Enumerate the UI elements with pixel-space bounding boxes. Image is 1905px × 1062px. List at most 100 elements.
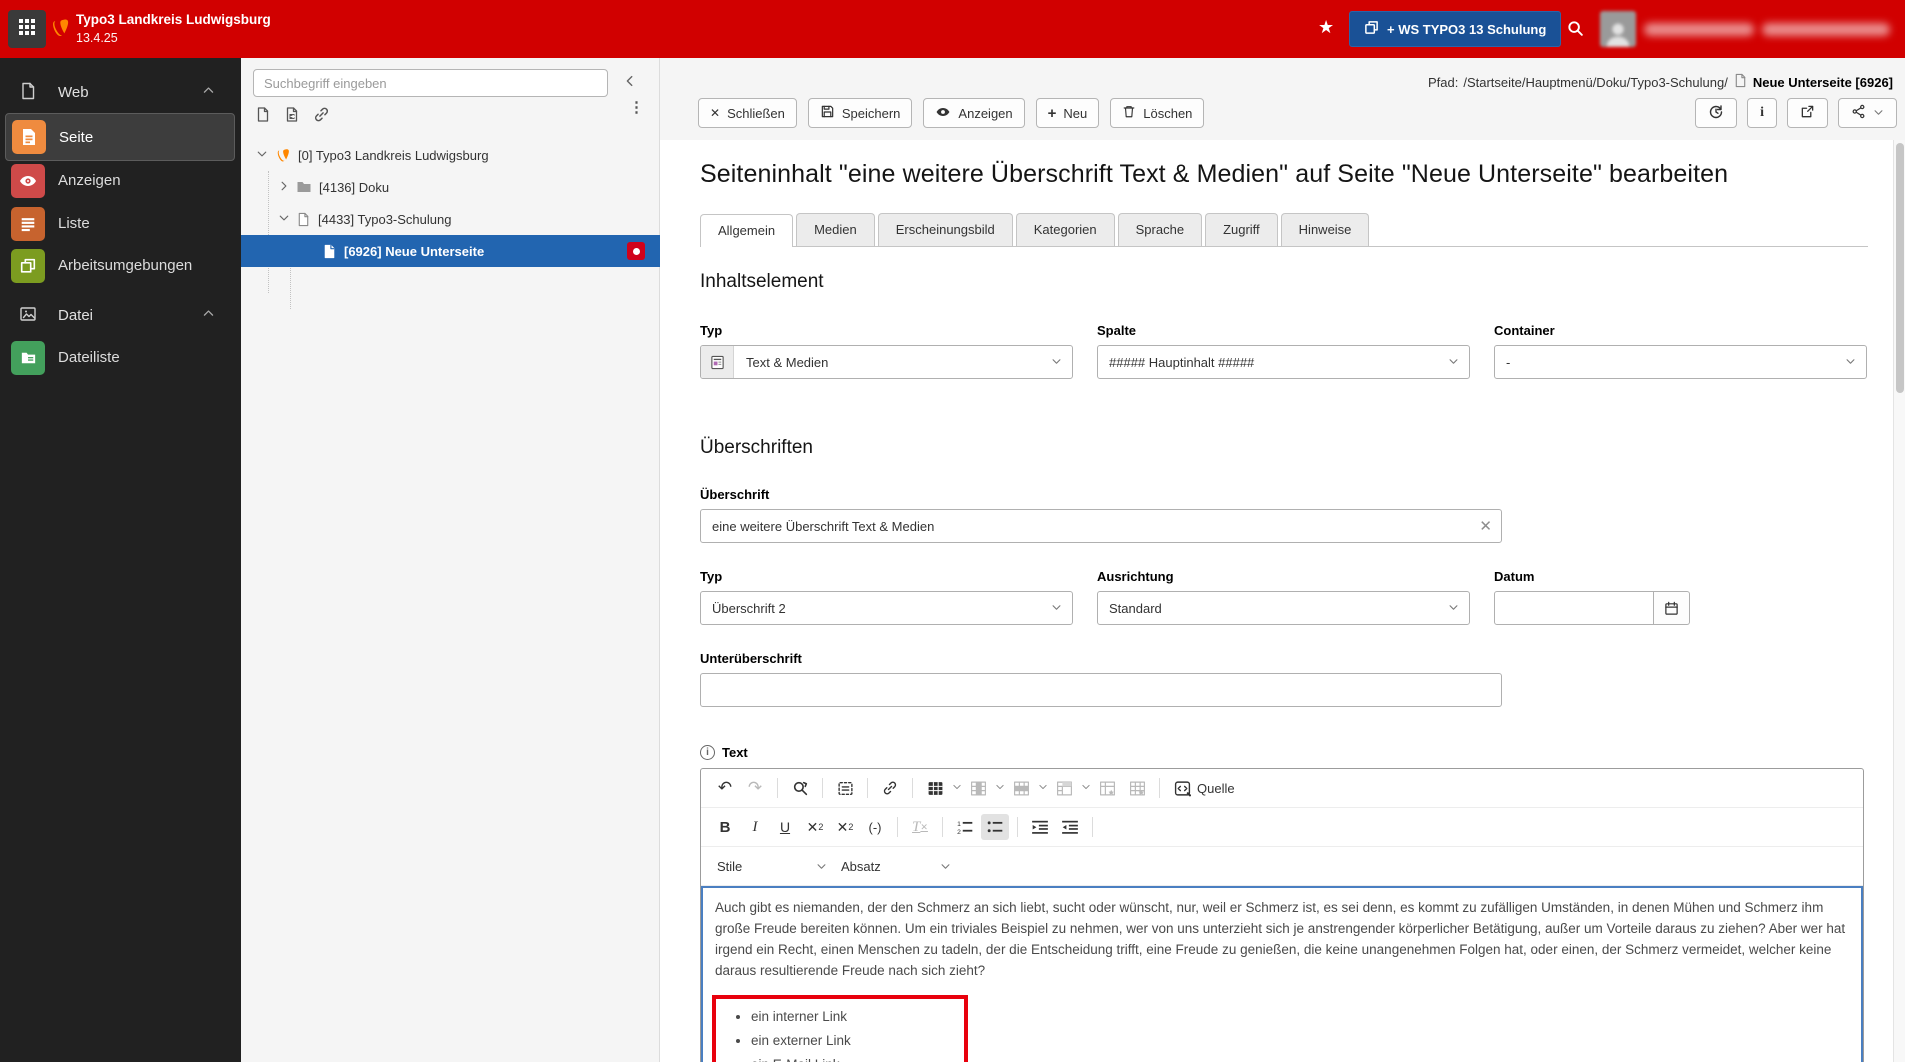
tree-node-neue-unterseite[interactable]: [6926] Neue Unterseite [241, 235, 660, 267]
close-icon: ✕ [710, 106, 721, 120]
underline-icon[interactable]: U [771, 814, 799, 840]
username-redacted[interactable] [1644, 23, 1754, 36]
container-select[interactable]: - [1494, 345, 1867, 379]
chevron-down-icon[interactable] [1081, 779, 1091, 797]
source-button[interactable]: Quelle [1168, 780, 1241, 797]
tree-node-label: [4433] Typo3-Schulung [318, 211, 452, 227]
chevron-down-icon[interactable] [256, 148, 268, 163]
sidebar-item-anzeigen[interactable]: Anzeigen [0, 159, 241, 202]
superscript-icon[interactable]: ✕ 2 [831, 814, 859, 840]
workspace-icon [1364, 20, 1379, 38]
redo-icon[interactable]: ↷ [741, 775, 769, 801]
tree-search-input[interactable] [253, 69, 608, 97]
merge-cell-icon[interactable] [1050, 775, 1078, 801]
stop-page-tree-icon[interactable] [627, 242, 645, 260]
select-all-icon[interactable] [831, 775, 859, 801]
unterueberschrift-input[interactable] [700, 673, 1502, 707]
ueberschrift-input[interactable] [700, 509, 1502, 543]
bold-icon[interactable]: B [711, 814, 739, 840]
sidebar-item-arbeitsumgebungen[interactable]: Arbeitsumgebungen [0, 244, 241, 287]
workspace-button[interactable]: + WS TYPO3 13 Schulung [1349, 11, 1562, 47]
outdent-icon[interactable] [1056, 814, 1084, 840]
tab-medien[interactable]: Medien [796, 213, 875, 246]
soft-hyphen-icon[interactable]: (-) [861, 814, 889, 840]
bullet-list-icon[interactable] [981, 814, 1009, 840]
app-launcher-button[interactable] [8, 10, 46, 48]
datum-input[interactable] [1494, 591, 1654, 625]
save-button[interactable]: Speichern [807, 98, 913, 128]
table-column-icon[interactable] [964, 775, 992, 801]
subscript-icon[interactable]: ✕ 2 [801, 814, 829, 840]
calendar-button[interactable] [1654, 591, 1690, 625]
chevron-down-icon[interactable] [1038, 779, 1048, 797]
link-icon[interactable] [313, 106, 330, 128]
tab-erscheinungsbild[interactable]: Erscheinungsbild [877, 213, 1013, 246]
undo-icon[interactable]: ↶ [711, 775, 739, 801]
chevron-right-icon[interactable] [278, 180, 290, 195]
tree-node-typo3-schulung[interactable]: [4433] Typo3-Schulung [241, 203, 660, 235]
new-button[interactable]: + Neu [1035, 98, 1100, 128]
rte-paragraph[interactable]: Auch gibt es niemanden, der den Schmerz … [715, 897, 1849, 981]
workspace-button-label: + WS TYPO3 13 Schulung [1387, 21, 1547, 37]
view-button[interactable]: Anzeigen [923, 98, 1025, 128]
table-row-icon[interactable] [1007, 775, 1035, 801]
sidebar-item-dateiliste[interactable]: Dateiliste [0, 336, 241, 379]
scrollbar-thumb[interactable] [1896, 143, 1904, 393]
info-circle-icon[interactable]: i [700, 745, 715, 760]
chevron-down-icon[interactable] [995, 779, 1005, 797]
chevron-down-icon[interactable] [952, 779, 962, 797]
cell-properties-icon[interactable] [1123, 775, 1151, 801]
list-item: ein E-Mail Link [751, 1057, 964, 1062]
bookmark-star-icon[interactable]: ★ [1318, 17, 1334, 38]
tree-node-doku[interactable]: [4136] Doku [241, 171, 660, 203]
rte-editable-area[interactable]: Auch gibt es niemanden, der den Schmerz … [701, 886, 1863, 1062]
search-icon[interactable] [1567, 20, 1584, 42]
link-icon[interactable] [876, 775, 904, 801]
history-button[interactable] [1695, 98, 1738, 128]
tree-menu-kebab-icon[interactable]: ⋮ [629, 100, 644, 115]
open-in-new-window-button[interactable] [1787, 98, 1828, 128]
history-icon [1708, 104, 1724, 123]
clear-input-icon[interactable]: ✕ [1479, 517, 1492, 535]
new-page-icon[interactable] [255, 106, 271, 128]
save-floppy-icon [820, 104, 835, 122]
source-button-label: Quelle [1197, 780, 1235, 796]
tree-node-root[interactable]: [0] Typo3 Landkreis Ludwigsburg [241, 139, 660, 171]
module-group-datei[interactable]: Datei [0, 294, 241, 337]
vertical-scrollbar[interactable] [1893, 140, 1905, 1062]
delete-button[interactable]: Löschen [1110, 98, 1205, 128]
sidebar-item-seite[interactable]: Seite [5, 113, 235, 161]
tab-sprache[interactable]: Sprache [1117, 213, 1203, 246]
numbered-list-icon[interactable]: 12 [951, 814, 979, 840]
tab-kategorien[interactable]: Kategorien [1015, 213, 1115, 246]
close-button[interactable]: ✕ Schließen [698, 98, 797, 128]
styles-dropdown[interactable]: Stile [711, 853, 833, 879]
insert-table-icon[interactable] [921, 775, 949, 801]
paragraph-format-dropdown[interactable]: Absatz [835, 853, 957, 879]
chevron-down-icon[interactable] [278, 212, 290, 227]
new-page-wizard-icon[interactable] [284, 106, 300, 128]
tab-hinweise[interactable]: Hinweise [1280, 213, 1370, 246]
italic-icon[interactable]: I [741, 814, 769, 840]
collapse-tree-icon[interactable] [623, 74, 637, 93]
find-replace-icon[interactable] [786, 775, 814, 801]
path-value[interactable]: /Startseite/Hauptmenü/Doku/Typo3-Schulun… [1463, 75, 1727, 90]
heading-typ-select[interactable]: Überschrift 2 [700, 591, 1073, 625]
tab-allgemein[interactable]: Allgemein [700, 214, 794, 247]
page-title: Seiteninhalt "eine weitere Überschrift T… [700, 160, 1729, 188]
info-button[interactable]: i [1747, 98, 1777, 128]
table-properties-icon[interactable] [1093, 775, 1121, 801]
ausrichtung-select[interactable]: Standard [1097, 591, 1470, 625]
share-button[interactable] [1838, 98, 1897, 128]
spalte-select[interactable]: ##### Hauptinhalt ##### [1097, 345, 1470, 379]
indent-icon[interactable] [1026, 814, 1054, 840]
user-avatar[interactable] [1600, 11, 1636, 47]
module-group-web[interactable]: Web [0, 71, 241, 114]
typ-select[interactable]: Text & Medien [700, 345, 1073, 379]
sidebar-item-label: Liste [58, 215, 90, 232]
remove-format-icon[interactable]: T ✕ [906, 814, 934, 840]
sidebar-item-liste[interactable]: Liste [0, 202, 241, 245]
tab-zugriff[interactable]: Zugriff [1205, 213, 1278, 246]
view-eye-icon [11, 163, 45, 198]
content-element-row: Typ Text & Medien Spalte ##### Hauptinha… [700, 323, 1868, 379]
